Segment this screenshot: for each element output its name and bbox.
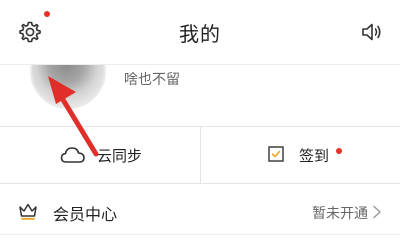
top-bar: 我的 — [0, 0, 400, 64]
vip-center-row[interactable]: 会员中心 暂未开通 — [0, 190, 400, 235]
chevron-right-icon — [373, 205, 381, 219]
settings-notification-dot — [44, 11, 50, 17]
cloud-sync-button[interactable]: 云同步 — [0, 127, 199, 183]
checkin-notification-dot — [336, 148, 342, 154]
checkin-button[interactable]: 签到 — [200, 127, 400, 183]
crown-icon — [19, 203, 37, 220]
speaker-icon — [362, 23, 381, 41]
nickname: 啥也不留 — [124, 72, 180, 88]
cloud-icon — [60, 147, 85, 163]
avatar[interactable] — [30, 65, 106, 109]
sound-button[interactable] — [354, 14, 388, 48]
page-title: 我的 — [179, 22, 221, 46]
vip-status: 暂未开通 — [312, 206, 368, 222]
checkbox-icon — [268, 146, 284, 162]
profile-section: 啥也不留 — [0, 64, 400, 127]
vip-center-label: 会员中心 — [53, 205, 118, 224]
cloud-sync-label: 云同步 — [97, 147, 143, 165]
checkin-label: 签到 — [299, 147, 330, 165]
quick-actions: 云同步 签到 — [0, 126, 400, 184]
